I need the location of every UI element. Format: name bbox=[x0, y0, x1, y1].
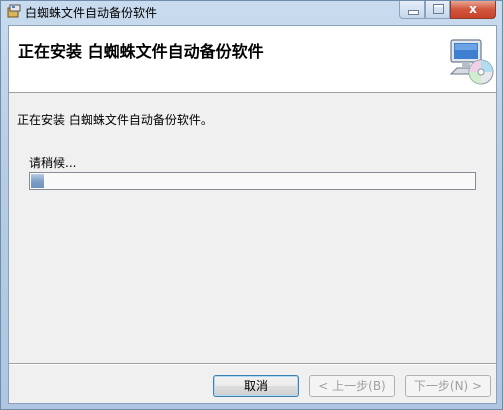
install-progress-bar bbox=[29, 172, 476, 190]
next-button[interactable]: 下一步(N) > bbox=[405, 375, 491, 397]
installer-window: 白蜘蛛文件自动备份软件 x 正在安装 白蜘蛛文件自动备份软件 正在安装 白蜘蛛文… bbox=[0, 0, 503, 410]
title-bar[interactable]: 白蜘蛛文件自动备份软件 x bbox=[1, 1, 503, 23]
computer-cd-icon bbox=[449, 39, 494, 85]
progress-bar-fill bbox=[31, 174, 44, 188]
window-title: 白蜘蛛文件自动备份软件 bbox=[25, 6, 158, 20]
minimize-button[interactable] bbox=[399, 1, 425, 19]
maximize-icon bbox=[433, 4, 444, 14]
dialog-body: 正在安装 白蜘蛛文件自动备份软件 正在安装 白蜘蛛文件自动备份软件。 请稍候..… bbox=[8, 25, 497, 404]
close-button[interactable]: x bbox=[450, 1, 496, 19]
install-status-text: 正在安装 白蜘蛛文件自动备份软件。 bbox=[17, 113, 213, 127]
close-icon: x bbox=[469, 2, 477, 16]
installer-package-icon bbox=[7, 4, 21, 18]
maximize-button[interactable] bbox=[425, 1, 450, 19]
page-title: 正在安装 白蜘蛛文件自动备份软件 bbox=[18, 42, 264, 61]
cancel-button[interactable]: 取消 bbox=[213, 375, 299, 397]
header-banner: 正在安装 白蜘蛛文件自动备份软件 bbox=[9, 26, 496, 93]
wait-label: 请稍候... bbox=[29, 156, 77, 170]
minimize-icon bbox=[408, 10, 419, 15]
footer-divider bbox=[9, 363, 496, 365]
back-button[interactable]: < 上一步(B) bbox=[309, 375, 395, 397]
